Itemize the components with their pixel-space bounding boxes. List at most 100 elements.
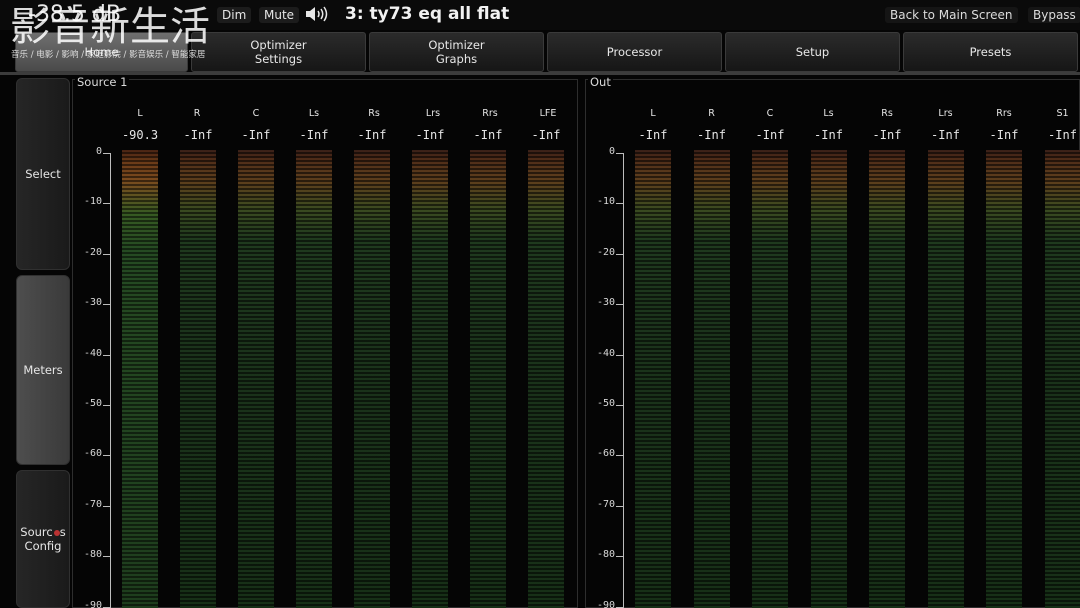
out-scale-label: -80	[596, 549, 615, 561]
source-scale-label: -90	[83, 599, 102, 608]
tab-presets[interactable]: Presets	[903, 32, 1078, 72]
source-scale-tick	[103, 253, 111, 255]
out-scale-tick	[616, 455, 624, 457]
out-scale-tick	[616, 253, 624, 255]
source-channel-level: -Inf	[357, 128, 387, 142]
out-channel-level: -Inf	[814, 128, 843, 142]
out-scale-label: -10	[596, 196, 615, 208]
source-channel-label: L	[137, 108, 143, 119]
out-scale-label: -90	[596, 599, 615, 608]
preset-name: 3: ty73 eq all flat	[345, 4, 510, 24]
source-scale-label: -50	[83, 398, 102, 409]
out-meter-bar	[927, 150, 964, 608]
tab-optimizer-settings[interactable]: Optimizer Settings	[191, 32, 366, 72]
out-channel-level: -Inf	[697, 128, 726, 142]
watermark-subtitle: 音乐 / 电影 / 影响 / 家庭影院 / 影音娱乐 / 智能家居	[11, 50, 206, 60]
dim-button[interactable]: Dim	[217, 7, 252, 23]
out-scale-tick	[616, 505, 624, 507]
source-channel-label: Rs	[368, 108, 380, 119]
out-scale-tick	[616, 304, 624, 306]
out-meter-bar	[986, 150, 1022, 608]
side-button-meters[interactable]: Meters	[16, 275, 70, 465]
out-scale-tick	[616, 153, 624, 154]
source-scale-label: -60	[83, 448, 102, 460]
source-meter-bar	[412, 150, 448, 608]
out-channel-label: Ls	[823, 108, 834, 119]
source-meter-bar	[238, 150, 274, 608]
source-scale-tick	[103, 405, 111, 406]
source-channel-level: -Inf	[473, 128, 503, 142]
source-scale-label: -30	[83, 297, 102, 309]
out-scale-label: -50	[596, 398, 615, 409]
mute-button[interactable]: Mute	[259, 7, 300, 23]
out-channel-level: -Inf	[638, 128, 668, 142]
side-button-select[interactable]: Select	[16, 78, 70, 270]
source-channel-label: LFE	[539, 108, 557, 119]
tab-optimizer-graphs[interactable]: Optimizer Graphs	[369, 32, 544, 72]
source-scale-label: 0	[95, 146, 102, 157]
out-meter-bar	[869, 150, 905, 608]
source-channel-label: C	[252, 108, 260, 119]
source-scale-label: -70	[83, 498, 102, 510]
out-scale-label: -60	[596, 448, 615, 460]
out-scale-label: 0	[608, 146, 615, 157]
out-scale-label: -30	[596, 297, 615, 309]
source-scale-tick	[103, 606, 111, 608]
out-channel-level: -Inf	[1048, 128, 1077, 142]
source-scale-label: -20	[83, 246, 102, 258]
tab-divider	[0, 72, 1080, 75]
out-meter-bar	[635, 150, 671, 608]
source-scale-label: -40	[83, 347, 102, 359]
source-channel-level: -Inf	[183, 128, 213, 142]
source-channel-level: -Inf	[299, 128, 329, 142]
out-channel-label: Rs	[881, 108, 893, 119]
source-scale-tick	[103, 304, 111, 306]
source-channel-label: Ls	[308, 108, 320, 119]
out-meter-bar	[752, 150, 788, 608]
source-meter-bar	[354, 150, 390, 608]
source-scale-tick	[103, 556, 111, 558]
source-scale-tick	[103, 455, 111, 457]
source-meter-bar	[470, 150, 506, 608]
bypass-button[interactable]: Bypass	[1028, 7, 1080, 23]
source-panel-title: Source 1	[75, 75, 130, 89]
out-scale-tick	[616, 556, 624, 558]
tab-processor[interactable]: Processor	[547, 32, 722, 72]
speaker-volume-icon[interactable]	[305, 6, 331, 22]
source-meter-bar	[528, 150, 564, 608]
side-button-source-config-label: Sourc s Config	[20, 525, 66, 553]
out-channel-level: -Inf	[755, 128, 785, 142]
out-scale-label: -20	[596, 246, 615, 258]
out-channel-label: C	[766, 108, 774, 119]
watermark-title: 影音新生活	[10, 4, 210, 50]
source-scale-label: -80	[83, 549, 102, 561]
out-channel-label: Lrs	[938, 108, 953, 119]
out-panel-title: Out	[588, 75, 613, 89]
side-button-source-config[interactable]: Sourc s Config	[16, 470, 70, 608]
source-scale-tick	[103, 505, 111, 507]
source-channel-label: R	[193, 108, 201, 119]
source-meter-bar	[296, 150, 332, 608]
source-channel-label: Lrs	[425, 108, 441, 119]
tab-setup[interactable]: Setup	[725, 32, 900, 72]
source-meter-bar	[180, 150, 216, 608]
back-to-main-button[interactable]: Back to Main Screen	[885, 7, 1018, 23]
source-channel-level: -90.3	[121, 128, 159, 142]
out-scale-label: -70	[596, 498, 615, 510]
source-scale-line	[110, 153, 111, 608]
out-channel-level: -Inf	[872, 128, 902, 142]
out-channel-label: R	[708, 108, 715, 119]
source-scale-label: -10	[83, 196, 102, 208]
out-meter-bar	[1044, 150, 1080, 608]
record-dot-icon	[53, 529, 60, 536]
source-meter-bar	[122, 150, 158, 608]
out-scale-line	[623, 153, 624, 608]
out-channel-label: L	[650, 108, 656, 119]
out-scale-label: -40	[596, 347, 615, 359]
source-scale-tick	[103, 153, 111, 154]
out-channel-label: Rrs	[996, 108, 1012, 119]
source-channel-level: -Inf	[241, 128, 271, 142]
source-channel-label: Rrs	[482, 108, 498, 119]
source-scale-tick	[103, 354, 111, 356]
out-channel-label: S1	[1056, 108, 1069, 119]
